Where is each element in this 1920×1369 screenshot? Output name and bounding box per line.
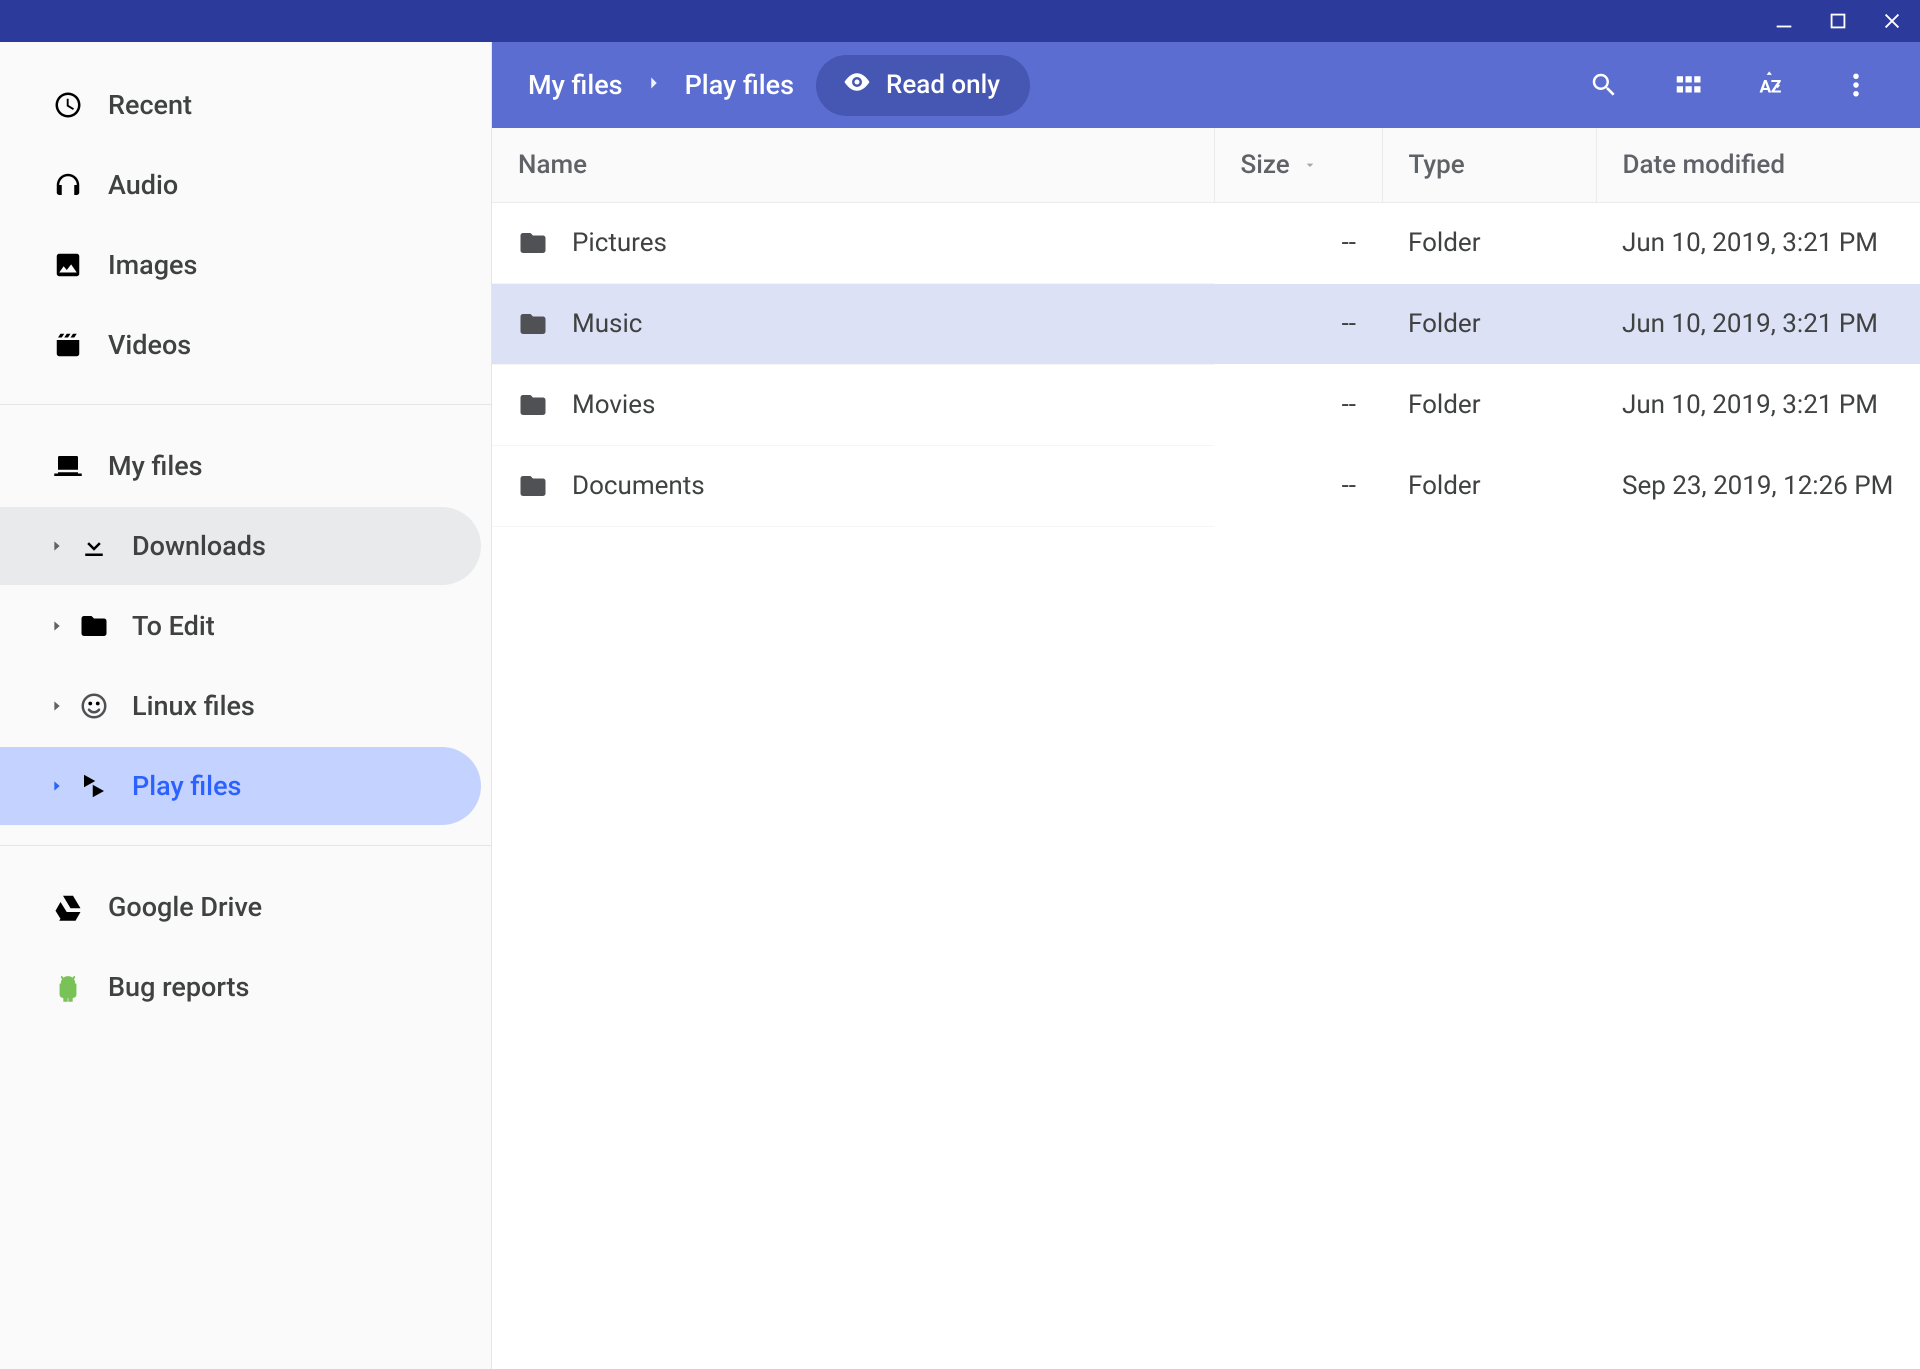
- breadcrumb: My files Play files: [528, 69, 794, 101]
- row-type-cell: Folder: [1382, 365, 1596, 446]
- download-icon: [72, 531, 116, 561]
- row-size-cell: --: [1214, 284, 1382, 365]
- window-minimize-button[interactable]: [1770, 7, 1798, 35]
- sidebar-item-downloads[interactable]: Downloads: [0, 507, 481, 585]
- row-size-cell: --: [1214, 203, 1382, 284]
- sidebar-item-label: Google Drive: [108, 891, 262, 923]
- folder-icon: [518, 471, 548, 501]
- row-name-cell[interactable]: Documents: [492, 446, 1214, 526]
- breadcrumb-item[interactable]: Play files: [685, 69, 794, 101]
- header-actions: A Z: [1586, 67, 1874, 103]
- headphones-icon: [44, 170, 92, 200]
- sidebar-item-bugs[interactable]: Bug reports: [0, 948, 481, 1026]
- caret-right-icon[interactable]: [42, 618, 72, 634]
- row-name-label: Documents: [572, 471, 705, 501]
- sidebar-item-label: My files: [108, 450, 203, 482]
- caret-right-icon[interactable]: [42, 698, 72, 714]
- sort-button[interactable]: A Z: [1754, 67, 1790, 103]
- image-icon: [44, 250, 92, 280]
- row-type-cell: Folder: [1382, 446, 1596, 527]
- clock-icon: [44, 90, 92, 120]
- sidebar-item-label: Images: [108, 249, 197, 281]
- clapper-icon: [44, 330, 92, 360]
- column-type[interactable]: Type: [1382, 128, 1596, 203]
- more-menu-button[interactable]: [1838, 67, 1874, 103]
- eye-icon: [842, 67, 872, 104]
- row-date-cell: Jun 10, 2019, 3:21 PM: [1596, 203, 1920, 284]
- caret-right-icon[interactable]: [42, 538, 72, 554]
- row-name-cell[interactable]: Movies: [492, 365, 1214, 445]
- table-row[interactable]: Movies --FolderJun 10, 2019, 3:21 PM: [492, 365, 1920, 446]
- file-list: Name Size Type Date modified Pictures--F…: [492, 128, 1920, 1369]
- row-size-cell: --: [1214, 365, 1382, 446]
- read-only-label: Read only: [886, 70, 1000, 100]
- sidebar-item-gdrive[interactable]: Google Drive: [0, 868, 481, 946]
- svg-text:Z: Z: [1771, 78, 1782, 98]
- window-maximize-button[interactable]: [1824, 7, 1852, 35]
- drive-icon: [44, 892, 92, 922]
- column-name[interactable]: Name: [492, 128, 1214, 203]
- laptop-icon: [44, 451, 92, 481]
- sidebar-item-label: Audio: [108, 169, 178, 201]
- table-row[interactable]: Documents --FolderSep 23, 2019, 12:26 PM: [492, 446, 1920, 527]
- folder-icon: [72, 611, 116, 641]
- row-type-cell: Folder: [1382, 284, 1596, 365]
- sidebar-item-toedit[interactable]: To Edit: [0, 587, 481, 665]
- linux-icon: [72, 691, 116, 721]
- sidebar-item-label: Recent: [108, 89, 192, 121]
- table-row[interactable]: Pictures --FolderJun 10, 2019, 3:21 PM: [492, 203, 1920, 284]
- android-icon: [44, 972, 92, 1002]
- sidebar-item-label: To Edit: [132, 610, 215, 642]
- location-header: My files Play files Read only A: [492, 42, 1920, 128]
- column-headers: Name Size Type Date modified: [492, 128, 1920, 203]
- grid-view-button[interactable]: [1670, 67, 1706, 103]
- sidebar-item-myfiles[interactable]: My files: [0, 427, 481, 505]
- row-name-label: Music: [572, 309, 642, 339]
- play-icon: [72, 771, 116, 801]
- sidebar-item-label: Play files: [132, 770, 241, 802]
- folder-icon: [518, 228, 548, 258]
- window-close-button[interactable]: [1878, 7, 1906, 35]
- sidebar-item-audio[interactable]: Audio: [0, 146, 481, 224]
- svg-text:A: A: [1760, 78, 1772, 98]
- sidebar-item-label: Videos: [108, 329, 191, 361]
- sidebar-item-label: Linux files: [132, 690, 255, 722]
- read-only-badge: Read only: [816, 55, 1030, 116]
- chevron-right-icon: [643, 69, 665, 101]
- folder-icon: [518, 309, 548, 339]
- row-type-cell: Folder: [1382, 203, 1596, 284]
- column-size-label: Size: [1241, 150, 1290, 180]
- row-date-cell: Jun 10, 2019, 3:21 PM: [1596, 284, 1920, 365]
- main-area: My files Play files Read only A: [492, 42, 1920, 1369]
- sidebar-item-videos[interactable]: Videos: [0, 306, 481, 384]
- folder-icon: [518, 390, 548, 420]
- sidebar-item-label: Bug reports: [108, 971, 249, 1003]
- row-date-cell: Jun 10, 2019, 3:21 PM: [1596, 365, 1920, 446]
- row-date-cell: Sep 23, 2019, 12:26 PM: [1596, 446, 1920, 527]
- row-name-cell[interactable]: Pictures: [492, 203, 1214, 283]
- sidebar-item-images[interactable]: Images: [0, 226, 481, 304]
- column-date[interactable]: Date modified: [1596, 128, 1920, 203]
- sort-desc-icon: [1302, 157, 1318, 173]
- sidebar-item-linux[interactable]: Linux files: [0, 667, 481, 745]
- table-row[interactable]: Music --FolderJun 10, 2019, 3:21 PM: [492, 284, 1920, 365]
- sidebar-item-recent[interactable]: Recent: [0, 66, 481, 144]
- sidebar-item-playfiles[interactable]: Play files: [0, 747, 481, 825]
- sidebar-item-label: Downloads: [132, 530, 266, 562]
- search-button[interactable]: [1586, 67, 1622, 103]
- column-size[interactable]: Size: [1214, 128, 1382, 203]
- row-size-cell: --: [1214, 446, 1382, 527]
- sidebar: Recent Audio Images Videos My files Downloads…: [0, 42, 492, 1369]
- window-titlebar: [0, 0, 1920, 42]
- breadcrumb-item[interactable]: My files: [528, 69, 623, 101]
- row-name-cell[interactable]: Music: [492, 284, 1214, 364]
- row-name-label: Pictures: [572, 228, 667, 258]
- row-name-label: Movies: [572, 390, 655, 420]
- caret-right-icon[interactable]: [42, 778, 72, 794]
